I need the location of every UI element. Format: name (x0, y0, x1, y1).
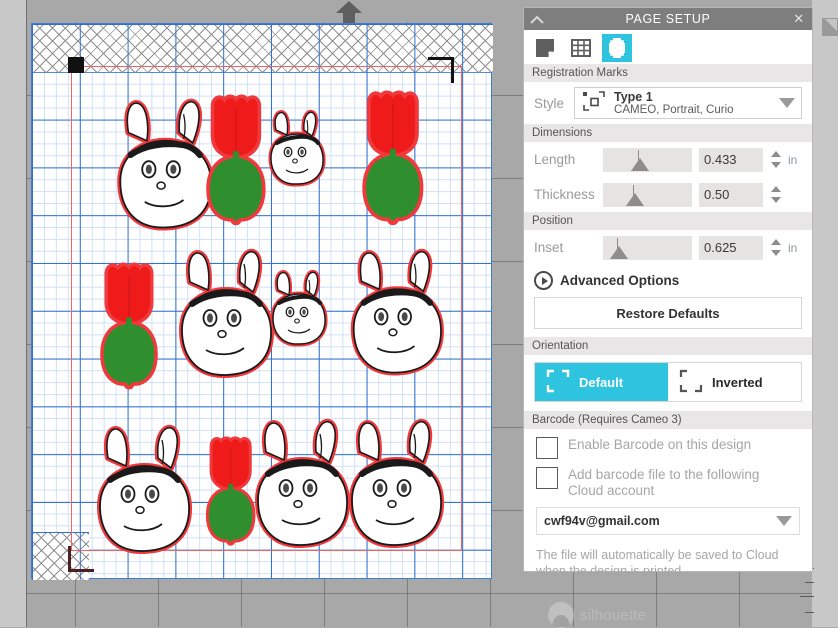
panel-title-bar: PAGE SETUP ✕ (524, 8, 812, 30)
thickness-slider[interactable] (603, 182, 692, 207)
style-dropdown[interactable]: Type 1 CAMEO, Portrait, Curio (574, 87, 802, 119)
right-ruler-rail (812, 0, 838, 627)
style-label: Style (534, 95, 565, 111)
advanced-options-toggle[interactable]: Advanced Options (524, 265, 812, 294)
length-input[interactable]: 0.433 (699, 147, 763, 172)
orientation-group[interactable]: Default Inverted (534, 362, 802, 402)
section-header-dimensions: Dimensions (524, 124, 812, 142)
inset-stepper[interactable] (770, 239, 781, 256)
barcode-note: The file will automatically be saved to … (536, 547, 779, 579)
section-header-registration-marks: Registration Marks (524, 64, 812, 82)
cloud-account-value: cwf94v@gmail.com (544, 513, 660, 528)
page-title: PAGE SETUP (625, 12, 711, 26)
design-item-bunny[interactable] (120, 102, 211, 228)
thickness-stepper[interactable] (770, 186, 781, 203)
enable-barcode-label: Enable Barcode on this design (568, 437, 752, 452)
silhouette-logo-icon: silhouette (548, 602, 646, 628)
inset-row: Inset 0.625 in (524, 230, 812, 265)
orientation-inverted-icon (678, 368, 704, 397)
cloud-account-dropdown[interactable]: cwf94v@gmail.com (536, 506, 800, 535)
design-page[interactable] (31, 23, 493, 580)
orientation-default-icon (545, 368, 571, 397)
orientation-inverted-option[interactable]: Inverted (668, 363, 801, 401)
design-item-tulip[interactable] (209, 439, 253, 541)
style-value-title: Type 1 (614, 89, 653, 104)
inset-unit: in (788, 240, 798, 255)
design-item-bunny-small[interactable] (271, 112, 323, 184)
thickness-input[interactable]: 0.50 (699, 182, 763, 207)
panel-corner-fold-icon (822, 18, 838, 36)
move-up-arrow-icon[interactable] (330, 0, 368, 24)
thickness-label: Thickness (534, 187, 595, 202)
restore-defaults-button[interactable]: Restore Defaults (534, 297, 802, 329)
enable-barcode-checkbox[interactable] (536, 437, 558, 459)
thickness-row: Thickness 0.50 (524, 177, 812, 212)
style-value-sub: CAMEO, Portrait, Curio (614, 103, 734, 116)
watermark-label: silhouette (580, 606, 647, 624)
orientation-inverted-label: Inverted (712, 374, 763, 390)
design-item-tulip[interactable] (210, 98, 262, 220)
design-item-tulip[interactable] (104, 266, 155, 384)
play-triangle-icon (534, 271, 553, 290)
inset-slider[interactable] (603, 235, 692, 260)
length-stepper[interactable] (770, 151, 781, 168)
grid-tab[interactable] (566, 34, 596, 62)
length-slider[interactable] (603, 147, 692, 172)
design-artwork[interactable] (32, 24, 493, 580)
orientation-default-label: Default (579, 374, 624, 390)
design-item-bunny[interactable] (258, 422, 347, 545)
caret-down-icon[interactable] (776, 515, 792, 526)
length-label: Length (534, 152, 576, 167)
close-icon[interactable]: ✕ (791, 10, 807, 28)
inset-input[interactable]: 0.625 (699, 235, 763, 260)
caret-down-icon[interactable] (779, 98, 795, 108)
inset-label: Inset (534, 240, 564, 255)
design-item-bunny-small[interactable] (273, 272, 325, 344)
cloud-account-label: Add barcode file to the following Cloud … (568, 467, 760, 498)
section-header-orientation: Orientation (524, 337, 812, 355)
design-item-tulip[interactable] (366, 94, 420, 219)
length-unit: in (788, 152, 798, 167)
cloud-account-checkbox[interactable] (536, 467, 558, 489)
section-header-position: Position (524, 212, 812, 230)
page-tab[interactable] (530, 34, 560, 62)
design-item-bunny[interactable] (182, 252, 271, 375)
section-header-barcode: Barcode (Requires Cameo 3) (524, 411, 812, 429)
design-item-bunny[interactable] (100, 428, 189, 551)
reg-mark-type1-icon (581, 90, 607, 117)
panel-tab-bar[interactable] (524, 30, 812, 64)
style-row: Style Type 1 CAMEO, Portrait, Curio (524, 82, 812, 124)
enable-barcode-row[interactable]: Enable Barcode on this design (524, 429, 812, 459)
cloud-account-row[interactable]: Add barcode file to the following Cloud … (524, 459, 812, 499)
left-ruler-rail (0, 0, 27, 627)
registration-marks-tab[interactable] (602, 34, 632, 62)
design-item-bunny[interactable] (354, 252, 441, 373)
length-row: Length 0.433 in (524, 142, 812, 177)
page-setup-panel[interactable]: PAGE SETUP ✕ Registration Marks Style Ty… (524, 8, 812, 578)
orientation-default-option[interactable]: Default (535, 363, 668, 401)
chevron-up-icon[interactable] (528, 11, 546, 27)
advanced-options-label: Advanced Options (560, 273, 680, 288)
design-item-bunny[interactable] (352, 422, 441, 545)
